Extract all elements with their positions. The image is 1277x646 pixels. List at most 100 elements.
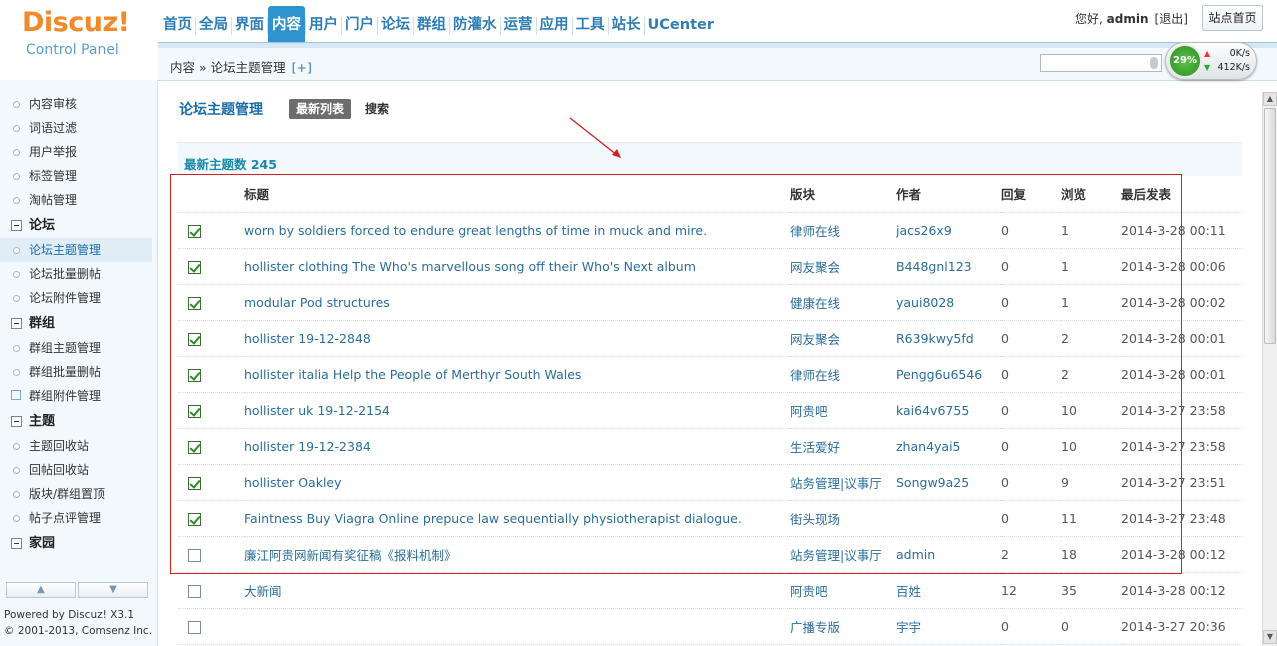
sidebar-scroll-up-button[interactable]: ▲ xyxy=(6,582,76,598)
logo[interactable]: Discuz! Control Panel xyxy=(0,0,158,80)
sidebar-group-5[interactable]: 论坛 xyxy=(0,214,152,238)
sidebar-item-6[interactable]: 论坛主题管理 xyxy=(0,238,152,262)
nav-item-11[interactable]: 工具 xyxy=(573,6,608,44)
nav-item-6[interactable]: 论坛 xyxy=(378,6,413,44)
forum-link[interactable]: 律师在线 xyxy=(790,212,896,249)
microphone-icon[interactable] xyxy=(1150,57,1158,69)
author-link[interactable]: Pengg6u6546 xyxy=(896,356,1001,393)
nav-item-3[interactable]: 内容 xyxy=(268,6,305,44)
thread-title-link[interactable]: hollister uk 19-12-2154 xyxy=(244,392,790,429)
collapse-icon[interactable] xyxy=(11,318,22,329)
forum-link[interactable]: 站务管理|议事厅 xyxy=(790,536,896,573)
forum-link[interactable]: 生活爱好 xyxy=(790,428,896,465)
thread-title-link[interactable]: modular Pod structures xyxy=(244,284,790,321)
author-link[interactable]: B448gnl123 xyxy=(896,248,1001,285)
thread-title-link[interactable]: worn by soldiers forced to endure great … xyxy=(244,212,790,249)
thread-title-link[interactable]: hollister italia Help the People of Mert… xyxy=(244,356,790,393)
forum-link[interactable]: 阿贵吧 xyxy=(790,572,896,609)
row-checkbox[interactable] xyxy=(188,368,201,382)
nav-item-12[interactable]: 站长 xyxy=(609,6,644,44)
author-link[interactable]: jacs26x9 xyxy=(896,212,1001,249)
collapse-icon[interactable] xyxy=(11,220,22,231)
tab-latest-list[interactable]: 最新列表 xyxy=(289,99,352,119)
nav-item-7[interactable]: 群组 xyxy=(414,6,449,44)
row-checkbox[interactable] xyxy=(188,404,201,418)
sidebar-item-1[interactable]: 词语过滤 xyxy=(0,116,152,140)
sidebar-item-7[interactable]: 论坛批量删帖 xyxy=(0,262,152,286)
author-link[interactable]: R639kwy5fd xyxy=(896,320,1001,357)
author-link[interactable]: yaui8028 xyxy=(896,284,1001,321)
thread-title-link[interactable]: 大新闻 xyxy=(244,572,790,609)
site-home-button[interactable]: 站点首页 xyxy=(1202,5,1263,31)
forum-link[interactable]: 街头现场 xyxy=(790,500,896,537)
sidebar-item-15[interactable]: 回帖回收站 xyxy=(0,458,152,482)
nav-item-2[interactable]: 界面 xyxy=(232,6,267,44)
row-checkbox[interactable] xyxy=(188,620,201,634)
add-shortcut-link[interactable]: [+] xyxy=(292,60,312,75)
thread-title-link[interactable]: hollister 19-12-2848 xyxy=(244,320,790,357)
author-link[interactable]: kai64v6755 xyxy=(896,392,1001,429)
scroll-up-arrow-icon[interactable]: ▲ xyxy=(1263,92,1277,106)
sidebar-item-8[interactable]: 论坛附件管理 xyxy=(0,286,152,310)
logout-link[interactable]: [退出] xyxy=(1155,10,1188,27)
row-checkbox[interactable] xyxy=(188,260,201,274)
sidebar-item-11[interactable]: 群组批量删帖 xyxy=(0,360,152,384)
thread-title-link[interactable]: hollister 19-12-2384 xyxy=(244,428,790,465)
search-input[interactable] xyxy=(1040,54,1162,72)
row-checkbox[interactable] xyxy=(188,296,201,310)
sidebar-item-4[interactable]: 淘帖管理 xyxy=(0,188,152,212)
row-checkbox[interactable] xyxy=(188,584,201,598)
sidebar-scroll-down-button[interactable]: ▼ xyxy=(78,582,148,598)
sidebar-item-17[interactable]: 帖子点评管理 xyxy=(0,506,152,530)
collapse-icon[interactable] xyxy=(11,538,22,549)
author-link[interactable]: zhan4yai5 xyxy=(896,428,1001,465)
nav-item-1[interactable]: 全局 xyxy=(196,6,231,44)
row-checkbox[interactable] xyxy=(188,332,201,346)
row-checkbox[interactable] xyxy=(188,548,201,562)
nav-item-9[interactable]: 运营 xyxy=(501,6,536,44)
tab-search[interactable]: 搜索 xyxy=(365,100,389,117)
forum-link[interactable]: 网友聚会 xyxy=(790,320,896,357)
thread-title-link[interactable]: Faintness Buy Viagra Online prepuce law … xyxy=(244,500,790,537)
sidebar-item-0[interactable]: 内容审核 xyxy=(0,92,152,116)
thread-title-link[interactable]: hollister Oakley xyxy=(244,464,790,501)
sidebar-item-10[interactable]: 群组主题管理 xyxy=(0,336,152,360)
row-checkbox[interactable] xyxy=(188,476,201,490)
forum-link[interactable]: 网友聚会 xyxy=(790,248,896,285)
row-checkbox[interactable] xyxy=(188,512,201,526)
author-link[interactable]: 百姓 xyxy=(896,572,1001,609)
author-link[interactable]: Songw9a25 xyxy=(896,464,1001,501)
page-scrollbar[interactable]: ▲ ▼ xyxy=(1262,92,1277,646)
forum-link[interactable]: 广播专版 xyxy=(790,608,896,645)
forum-link[interactable]: 律师在线 xyxy=(790,356,896,393)
author-link[interactable]: admin xyxy=(896,536,1001,573)
sidebar-group-9[interactable]: 群组 xyxy=(0,312,152,336)
thread-title-link[interactable]: hollister clothing The Who's marvellous … xyxy=(244,248,790,285)
nav-item-5[interactable]: 门户 xyxy=(342,6,377,44)
nav-item-13[interactable]: UCenter xyxy=(645,6,718,44)
scroll-down-arrow-icon[interactable]: ▼ xyxy=(1263,630,1277,644)
row-checkbox[interactable] xyxy=(188,440,201,454)
author-link[interactable]: 宇宇 xyxy=(896,608,1001,645)
sidebar-item-16[interactable]: 版块/群组置顶 xyxy=(0,482,152,506)
network-speed-widget[interactable]: 29% ▲ ▼ 0K/s 412K/s xyxy=(1165,42,1257,80)
author-link[interactable] xyxy=(896,500,1001,537)
sidebar-item-2[interactable]: 用户举报 xyxy=(0,140,152,164)
forum-link[interactable]: 站务管理|议事厅 xyxy=(790,464,896,501)
sidebar-group-18[interactable]: 家园 xyxy=(0,532,152,556)
forum-link[interactable]: 健康在线 xyxy=(790,284,896,321)
nav-item-8[interactable]: 防灌水 xyxy=(450,6,500,44)
forum-link[interactable]: 阿贵吧 xyxy=(790,392,896,429)
nav-item-10[interactable]: 应用 xyxy=(537,6,572,44)
sidebar-item-3[interactable]: 标签管理 xyxy=(0,164,152,188)
collapse-icon[interactable] xyxy=(11,416,22,427)
thread-title-link[interactable]: 廉江阿贵网新闻有奖征稿《报料机制》 xyxy=(244,536,790,573)
scrollbar-thumb[interactable] xyxy=(1264,108,1276,344)
sidebar-item-12[interactable]: 群组附件管理 xyxy=(0,384,152,408)
sidebar-group-13[interactable]: 主题 xyxy=(0,410,152,434)
sidebar-item-14[interactable]: 主题回收站 xyxy=(0,434,152,458)
nav-item-4[interactable]: 用户 xyxy=(306,6,341,44)
thread-title-link[interactable] xyxy=(244,608,790,645)
row-checkbox[interactable] xyxy=(188,224,201,238)
nav-item-0[interactable]: 首页 xyxy=(160,6,195,44)
